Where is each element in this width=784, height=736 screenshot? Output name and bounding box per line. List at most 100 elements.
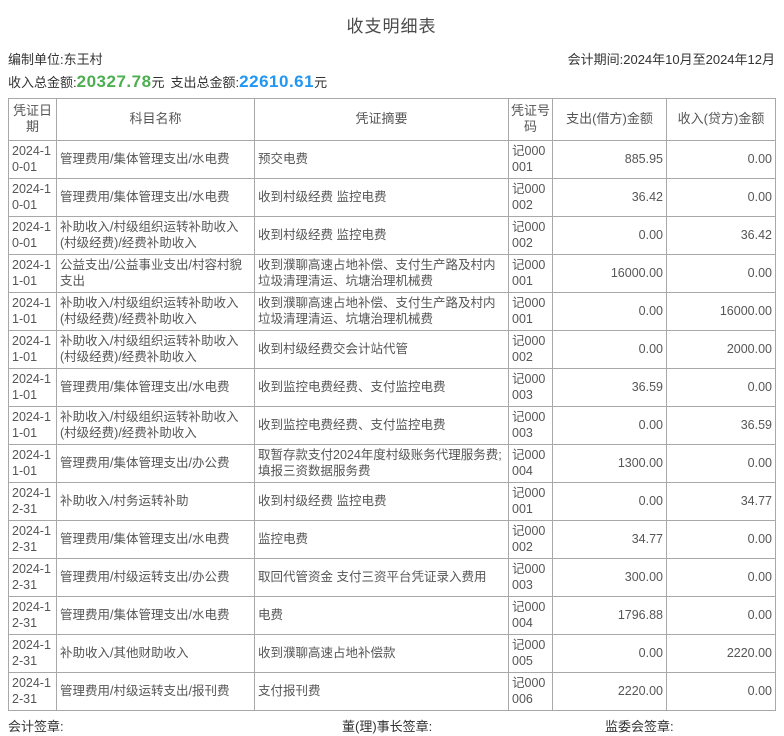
- cell-voucher-summary: 收到监控电费经费、支付监控电费: [254, 405, 509, 445]
- income-expense-detail-table: 凭证日期 科目名称 凭证摘要 凭证号码 支出(借方)金额 收入(贷方)金额 20…: [8, 98, 776, 711]
- cell-subject-name: 管理费用/集体管理支出/水电费: [56, 139, 255, 179]
- accounting-period: 会计期间:2024年10月至2024年12月: [567, 52, 775, 67]
- cell-credit-amount: 0.00: [666, 177, 776, 217]
- cell-credit-amount: 0.00: [666, 443, 776, 483]
- cell-credit-amount: 0.00: [666, 367, 776, 407]
- col-header-voucher-summary: 凭证摘要: [254, 98, 509, 141]
- cell-credit-amount: 0.00: [666, 595, 776, 635]
- cell-subject-name: 管理费用/村级运转支出/办公费: [56, 557, 255, 597]
- cell-debit-amount: 34.77: [552, 519, 667, 559]
- cell-subject-name: 补助收入/村级组织运转补助收入(村级经费)/经费补助收入: [56, 215, 255, 255]
- table-row: 2024-12-31 管理费用/集体管理支出/水电费 监控电费 记000002 …: [8, 519, 776, 559]
- cell-voucher-date: 2024-10-01: [8, 177, 57, 217]
- cell-voucher-summary: 预交电费: [254, 139, 509, 179]
- col-header-subject-name: 科目名称: [56, 98, 255, 141]
- table-row: 2024-12-31 管理费用/村级运转支出/报刊费 支付报刊费 记000006…: [8, 671, 776, 711]
- cell-debit-amount: 300.00: [552, 557, 667, 597]
- cell-voucher-number: 记000001: [508, 291, 553, 331]
- cell-voucher-summary: 收到村级经费 监控电费: [254, 177, 509, 217]
- cell-voucher-date: 2024-12-31: [8, 633, 57, 673]
- expense-total-value: 22610.61: [239, 72, 315, 91]
- cell-debit-amount: 0.00: [552, 215, 667, 255]
- cell-debit-amount: 0.00: [552, 405, 667, 445]
- income-total-value: 20327.78: [76, 72, 152, 91]
- table-header-row: 凭证日期 科目名称 凭证摘要 凭证号码 支出(借方)金额 收入(贷方)金额: [8, 98, 776, 141]
- cell-credit-amount: 0.00: [666, 139, 776, 179]
- table-row: 2024-11-01 管理费用/集体管理支出/办公费 取暂存款支付2024年度村…: [8, 443, 776, 483]
- cell-voucher-number: 记000001: [508, 253, 553, 293]
- cell-voucher-number: 记000002: [508, 329, 553, 369]
- cell-debit-amount: 2220.00: [552, 671, 667, 711]
- cell-voucher-summary: 收到濮聊高速占地补偿款: [254, 633, 509, 673]
- cell-voucher-date: 2024-10-01: [8, 215, 57, 255]
- accountant-signature-label: 会计签章:: [8, 718, 64, 734]
- totals-row: 收入总金额: 20327.78 元支出总金额: 22610.61 元: [8, 72, 775, 92]
- cell-voucher-date: 2024-11-01: [8, 367, 57, 407]
- cell-voucher-date: 2024-12-31: [8, 595, 57, 635]
- cell-voucher-summary: 收到村级经费交会计站代管: [254, 329, 509, 369]
- cell-debit-amount: 885.95: [552, 139, 667, 179]
- cell-voucher-number: 记000004: [508, 595, 553, 635]
- cell-voucher-date: 2024-12-31: [8, 671, 57, 711]
- cell-credit-amount: 34.77: [666, 481, 776, 521]
- col-header-voucher-number: 凭证号码: [508, 98, 553, 141]
- cell-debit-amount: 16000.00: [552, 253, 667, 293]
- income-total-label: 收入总金额:: [8, 75, 77, 90]
- cell-credit-amount: 36.59: [666, 405, 776, 445]
- cell-voucher-date: 2024-11-01: [8, 443, 57, 483]
- cell-voucher-number: 记000001: [508, 139, 553, 179]
- cell-subject-name: 管理费用/村级运转支出/报刊费: [56, 671, 255, 711]
- col-header-voucher-date: 凭证日期: [8, 98, 57, 141]
- prepared-by-unit: 编制单位:东王村: [8, 52, 103, 67]
- cell-credit-amount: 36.42: [666, 215, 776, 255]
- cell-voucher-number: 记000002: [508, 519, 553, 559]
- cell-voucher-summary: 电费: [254, 595, 509, 635]
- signature-row: 会计签章: 董(理)事长签章: 监委会签章:: [8, 716, 775, 736]
- table-row: 2024-10-01 管理费用/集体管理支出/水电费 预交电费 记000001 …: [8, 139, 776, 179]
- col-header-credit-amount: 收入(贷方)金额: [666, 98, 776, 141]
- cell-subject-name: 公益支出/公益事业支出/村容村貌支出: [56, 253, 255, 293]
- table-row: 2024-11-01 管理费用/集体管理支出/水电费 收到监控电费经费、支付监控…: [8, 367, 776, 407]
- chairman-signature-label: 董(理)事长签章:: [342, 718, 433, 734]
- cell-voucher-date: 2024-12-31: [8, 519, 57, 559]
- cell-voucher-summary: 取回代管资金 支付三资平台凭证录入费用: [254, 557, 509, 597]
- cell-voucher-date: 2024-11-01: [8, 329, 57, 369]
- table-row: 2024-12-31 补助收入/其他财助收入 收到濮聊高速占地补偿款 记0000…: [8, 633, 776, 673]
- cell-voucher-summary: 收到濮聊高速占地补偿、支付生产路及村内垃圾清理清运、坑塘治理机械费: [254, 253, 509, 293]
- table-row: 2024-12-31 管理费用/村级运转支出/办公费 取回代管资金 支付三资平台…: [8, 557, 776, 597]
- cell-voucher-summary: 取暂存款支付2024年度村级账务代理服务费;填报三资数据服务费: [254, 443, 509, 483]
- cell-credit-amount: 0.00: [666, 557, 776, 597]
- table-row: 2024-10-01 管理费用/集体管理支出/水电费 收到村级经费 监控电费 记…: [8, 177, 776, 217]
- cell-debit-amount: 0.00: [552, 291, 667, 331]
- cell-voucher-number: 记000002: [508, 215, 553, 255]
- table-row: 2024-11-01 补助收入/村级组织运转补助收入(村级经费)/经费补助收入 …: [8, 329, 776, 369]
- cell-voucher-number: 记000004: [508, 443, 553, 483]
- cell-subject-name: 管理费用/集体管理支出/办公费: [56, 443, 255, 483]
- cell-voucher-summary: 监控电费: [254, 519, 509, 559]
- cell-voucher-number: 记000005: [508, 633, 553, 673]
- cell-credit-amount: 16000.00: [666, 291, 776, 331]
- cell-debit-amount: 0.00: [552, 329, 667, 369]
- cell-subject-name: 补助收入/村级组织运转补助收入(村级经费)/经费补助收入: [56, 405, 255, 445]
- cell-voucher-summary: 收到监控电费经费、支付监控电费: [254, 367, 509, 407]
- cell-voucher-date: 2024-12-31: [8, 481, 57, 521]
- page-title: 收支明细表: [346, 17, 437, 36]
- cell-voucher-number: 记000003: [508, 557, 553, 597]
- cell-subject-name: 管理费用/集体管理支出/水电费: [56, 595, 255, 635]
- cell-subject-name: 管理费用/集体管理支出/水电费: [56, 519, 255, 559]
- cell-subject-name: 补助收入/村级组织运转补助收入(村级经费)/经费补助收入: [56, 291, 255, 331]
- expense-total-label: 支出总金额:: [170, 75, 240, 90]
- cell-voucher-date: 2024-10-01: [8, 139, 57, 179]
- cell-debit-amount: 0.00: [552, 633, 667, 673]
- cell-subject-name: 补助收入/其他财助收入: [56, 633, 255, 673]
- committee-signature-label: 监委会签章:: [605, 718, 674, 734]
- table-row: 2024-10-01 补助收入/村级组织运转补助收入(村级经费)/经费补助收入 …: [8, 215, 776, 255]
- cell-voucher-date: 2024-11-01: [8, 405, 57, 445]
- cell-subject-name: 管理费用/集体管理支出/水电费: [56, 367, 255, 407]
- cell-credit-amount: 2000.00: [666, 329, 776, 369]
- cell-debit-amount: 0.00: [552, 481, 667, 521]
- expense-total-unit: 元: [314, 75, 328, 90]
- cell-credit-amount: 0.00: [666, 671, 776, 711]
- col-header-debit-amount: 支出(借方)金额: [552, 98, 667, 141]
- cell-voucher-number: 记000006: [508, 671, 553, 711]
